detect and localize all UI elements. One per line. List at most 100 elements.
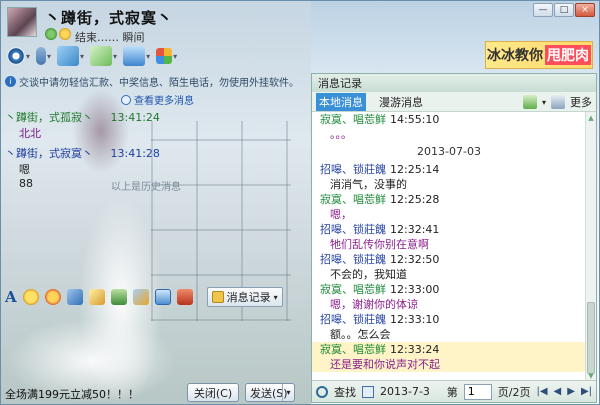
gift-icon[interactable] <box>176 289 193 305</box>
log-message-header: 招嗥、锁莊餽 12:32:41 <box>312 222 586 237</box>
log-sender-name[interactable]: 寂寞、唱莣鲜 <box>320 193 386 206</box>
apps-button[interactable]: ▾ <box>156 48 177 64</box>
log-sender-name[interactable]: 寂寞、唱莣鲜 <box>320 113 386 126</box>
message-header: 丶蹲街，式孤寂丶 13:41:24 <box>5 109 305 125</box>
page-total: 页/2页 <box>497 385 531 399</box>
doodle-icon[interactable] <box>88 289 105 305</box>
chevron-down-icon: ▾ <box>273 292 278 302</box>
signature-text: 结束…… 瞬间 <box>75 31 145 44</box>
calendar-icon[interactable] <box>362 385 374 398</box>
format-toolbar: A 消息记录 ▾ <box>5 287 307 307</box>
log-message-text: 额。。怎么会 <box>330 328 391 341</box>
message-time: 13:41:24 <box>110 111 160 124</box>
sender-name: 丶蹲街，式孤寂丶 <box>5 111 93 124</box>
prev-page-icon[interactable]: ◀ <box>554 386 562 397</box>
log-message-header: 寂寞、唱莣鲜 12:33:24 <box>312 342 586 357</box>
log-message-text: 消消气，没事的 <box>330 178 407 191</box>
window-controls: — □ × <box>533 3 595 17</box>
log-message-text: 还是要和你说声对不起 <box>312 357 586 372</box>
history-date[interactable]: 2013-7-3 <box>380 385 430 398</box>
send-options-dropdown[interactable]: ▾ <box>282 384 294 401</box>
font-button[interactable]: A <box>5 288 17 306</box>
tab-local-messages[interactable]: 本地消息 <box>316 92 366 111</box>
search-icon[interactable] <box>316 385 328 398</box>
first-page-icon[interactable]: |◀ <box>536 386 547 397</box>
status-icons <box>45 28 71 40</box>
music-icon[interactable] <box>132 289 149 305</box>
voice-call-button[interactable]: ▾ <box>36 47 51 65</box>
panel-title: 消息记录 <box>312 74 596 92</box>
log-date-separator: 2013-07-03 <box>417 145 481 158</box>
info-icon: i <box>5 76 16 87</box>
magic-emoji-icon[interactable] <box>44 289 61 305</box>
image-icon[interactable] <box>110 289 127 305</box>
log-message-text: 嗯，谢谢你的体谅 <box>330 298 418 311</box>
history-log[interactable]: 寂寞、唱莣鲜 14:55:10 。。。 2013-07-03 招嗥、锁莊餽 12:25:1… <box>312 112 586 382</box>
log-message-time: 12:33:10 <box>390 313 440 326</box>
shake-icon[interactable] <box>66 289 83 305</box>
chevron-down-icon: ▾ <box>113 51 118 61</box>
search-label[interactable]: 查找 <box>334 384 356 400</box>
panel-tools: ▾ 更多 <box>522 94 592 110</box>
file-transfer-icon <box>57 46 80 66</box>
tab-roaming-messages[interactable]: 漫游消息 <box>376 93 426 111</box>
log-sender-name[interactable]: 招嗥、锁莊餽 <box>320 313 386 326</box>
history-separator: 以上是历史消息 <box>111 182 181 193</box>
next-page-icon[interactable]: ▶ <box>567 386 575 397</box>
remote-assist-button[interactable]: ▾ <box>123 46 150 66</box>
message-text: 北北 <box>19 127 41 140</box>
close-window-button[interactable]: × <box>575 3 595 17</box>
chevron-down-icon: ▾ <box>173 51 178 61</box>
chat-message: 丶蹲街，式孤寂丶 13:41:24 北北 <box>5 109 305 141</box>
log-sender-name[interactable]: 招嗥、锁莊餽 <box>320 163 386 176</box>
maximize-button[interactable]: □ <box>554 3 574 17</box>
history-scrollbar[interactable]: ▲ ▼ <box>585 112 596 382</box>
log-message-header: 招嗥、锁莊餽 12:25:14 <box>312 162 586 177</box>
log-sender-name[interactable]: 招嗥、锁莊餽 <box>320 253 386 266</box>
close-button[interactable]: 关闭(C) <box>187 383 239 402</box>
chevron-down-icon: ▾ <box>47 51 52 61</box>
log-sender-name[interactable]: 寂寞、唱莣鲜 <box>320 343 386 356</box>
chat-toolbar: ▾ ▾ ▾ ▾ ▾ ▾ <box>7 46 177 66</box>
message-history-panel: 消息记录 本地消息 漫游消息 ▾ 更多 寂寞、唱莣鲜 14:55:10 。。。 201… <box>311 73 597 403</box>
log-message-header: 招嗥、锁莊餽 12:32:50 <box>312 252 586 267</box>
more-label[interactable]: 更多 <box>570 94 592 110</box>
log-sender-name[interactable]: 招嗥、锁莊餽 <box>320 223 386 236</box>
sms-icon <box>90 46 113 66</box>
view-more-messages-label: 查看更多消息 <box>134 96 194 107</box>
last-page-icon[interactable]: ▶| <box>581 386 592 397</box>
log-sender-name[interactable]: 寂寞、唱莣鲜 <box>320 283 386 296</box>
send-sms-button[interactable]: ▾ <box>90 46 117 66</box>
message-text: 嗯 <box>19 163 30 176</box>
microphone-icon <box>36 47 47 65</box>
qq-level-icon <box>59 28 71 40</box>
log-message-time: 14:55:10 <box>390 113 440 126</box>
message-history-button[interactable]: 消息记录 ▾ <box>206 287 283 307</box>
avatar[interactable] <box>7 7 37 37</box>
speaker-icon[interactable] <box>551 95 565 109</box>
export-icon[interactable] <box>522 95 537 109</box>
promo-text[interactable]: 全场满199元立减50！！！ <box>5 386 139 402</box>
send-button[interactable]: 发送(S) ▾ <box>245 383 295 402</box>
chevron-down-icon[interactable]: ▾ <box>542 98 546 107</box>
emoji-icon[interactable] <box>22 289 39 305</box>
log-message-time: 12:25:28 <box>390 193 440 206</box>
view-more-messages-link[interactable]: 查看更多消息 <box>121 92 194 107</box>
ad-highlight-text: 甩肥肉 <box>545 45 591 65</box>
scroll-up-icon[interactable]: ▲ <box>586 113 596 123</box>
chevron-down-icon: ▾ <box>80 51 85 61</box>
message-history-label: 消息记录 <box>226 291 271 304</box>
log-message-time: 12:33:24 <box>390 343 440 356</box>
minimize-button[interactable]: — <box>533 3 553 17</box>
monitor-icon <box>123 46 146 66</box>
scrollbar-thumb[interactable] <box>587 302 595 374</box>
page-prefix: 第 <box>446 385 458 399</box>
page-number-input[interactable] <box>463 383 492 400</box>
video-call-button[interactable]: ▾ <box>7 47 30 65</box>
ad-banner[interactable]: 冰冰教你 甩肥肉 <box>485 41 593 69</box>
transfer-file-button[interactable]: ▾ <box>57 46 84 66</box>
screenshot-icon[interactable] <box>154 289 171 305</box>
log-message-time: 12:33:00 <box>390 283 440 296</box>
contact-nickname: 丶蹲街，式寂寞丶 <box>45 9 174 27</box>
online-status-icon[interactable] <box>45 28 57 40</box>
